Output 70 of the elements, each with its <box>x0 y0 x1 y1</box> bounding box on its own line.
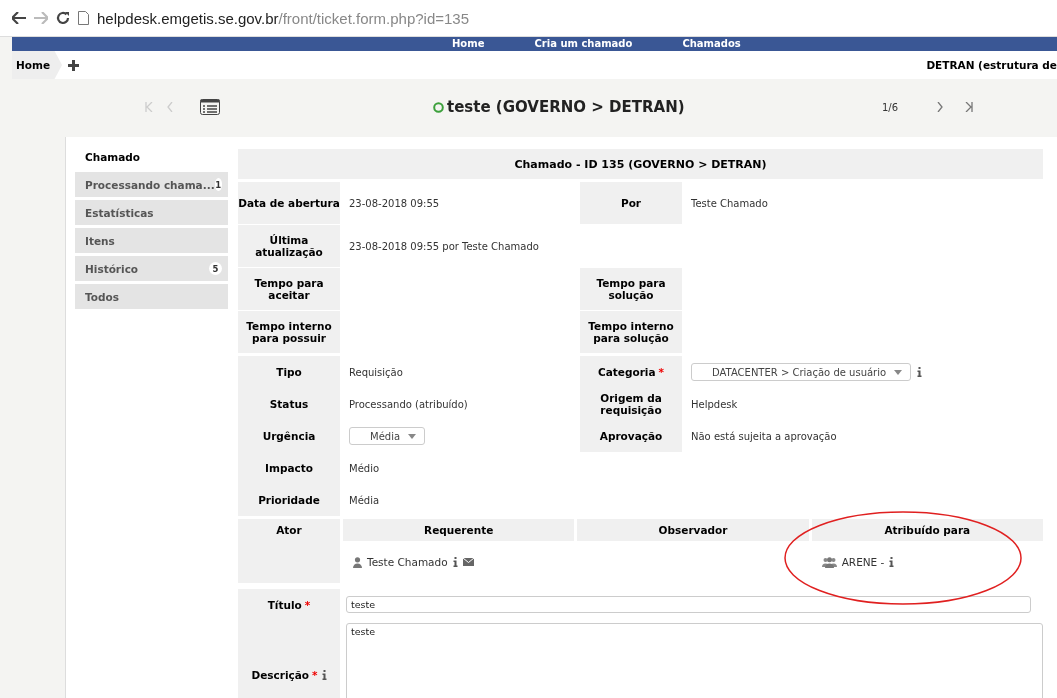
field-label: Origem da requisição <box>599 392 663 416</box>
field-label: Tipo <box>276 366 302 378</box>
page-icon <box>78 11 89 25</box>
field-label: Tempo interno para possuir <box>245 320 333 344</box>
field-label: Descrição * <box>251 669 318 681</box>
nav-link[interactable]: Chamados <box>682 37 741 51</box>
field-label: Tempo para aceitar <box>253 277 325 301</box>
sidebar-item[interactable]: Itens <box>75 228 228 253</box>
count-badge: 1 <box>214 178 222 191</box>
field-value: Média <box>349 494 380 506</box>
sidebar-item[interactable]: Processando chama...1 <box>75 172 228 197</box>
field-label: Ator <box>276 524 302 536</box>
actor-name: Teste Chamado <box>367 556 448 568</box>
breadcrumb-home[interactable]: Home <box>12 51 63 79</box>
back-icon[interactable] <box>12 12 26 24</box>
status-icon <box>433 101 444 113</box>
field-value: 23-08-2018 09:55 <box>349 197 440 209</box>
field-value: Médio <box>349 462 380 474</box>
user-icon <box>353 556 362 568</box>
field-label: Data de abertura <box>238 197 340 209</box>
list-icon[interactable] <box>200 99 220 115</box>
column-heading: Atribuído para <box>884 524 971 536</box>
dropdown[interactable]: Média <box>349 427 426 445</box>
field-value: 23-08-2018 09:55 por Teste Chamado <box>349 240 539 252</box>
nav-link[interactable]: Cria um chamado <box>534 37 633 51</box>
sidebar-item[interactable]: Estatísticas <box>75 200 228 225</box>
caret-icon <box>408 433 417 439</box>
field-label: Impacto <box>265 462 313 474</box>
column-heading: Requerente <box>424 524 494 536</box>
field-value: Processando (atribuído) <box>349 398 468 410</box>
envelope-icon[interactable] <box>462 558 474 566</box>
info-icon[interactable] <box>889 557 895 567</box>
field-label: Última atualização <box>254 234 324 258</box>
field-label: Título * <box>267 598 311 611</box>
field-label: Aprovação <box>599 430 663 442</box>
column-heading: Observador <box>658 524 728 536</box>
field-value: Teste Chamado <box>691 197 768 209</box>
actor-name: ARENE - <box>841 556 885 568</box>
group-icon <box>821 556 837 568</box>
count-badge: 5 <box>209 262 222 275</box>
field-label: Urgência <box>262 430 316 442</box>
last-page-icon[interactable] <box>965 102 973 112</box>
address-field[interactable]: helpdesk.emgetis.se.gov.br/front/ticket.form.php?id=135 <box>97 9 470 27</box>
field-value: Requisição <box>349 366 403 378</box>
sidebar-item[interactable]: Todos <box>75 284 228 309</box>
entity-name: DETRAN (estrutura de <box>926 59 1057 71</box>
field-value: Não está sujeita a aprovação <box>691 430 837 442</box>
field-label: Status <box>269 398 309 410</box>
reload-icon[interactable] <box>56 11 70 25</box>
info-icon[interactable] <box>452 557 458 567</box>
form-title: Chamado - ID 135 (GOVERNO > DETRAN) <box>514 157 767 171</box>
info-icon[interactable] <box>917 367 923 377</box>
caret-icon <box>894 369 903 375</box>
description-input[interactable]: teste <box>346 623 1043 698</box>
sidebar-item[interactable]: Histórico 5 <box>75 256 228 281</box>
plus-icon[interactable] <box>68 59 80 71</box>
info-icon[interactable] <box>321 670 327 680</box>
field-label: Por <box>620 197 642 209</box>
sidebar-heading: Chamado <box>84 150 142 165</box>
dropdown[interactable]: DATACENTER > Criação de usuário <box>691 363 912 381</box>
ticket-title: teste (GOVERNO > DETRAN) <box>447 98 685 116</box>
field-label: Tempo interno para solução <box>587 320 675 344</box>
field-label: Tempo para solução <box>595 277 667 301</box>
field-label: Prioridade <box>258 494 320 506</box>
nav-link[interactable]: Home <box>452 37 485 51</box>
field-label: Categoria * <box>598 366 664 378</box>
next-icon[interactable] <box>937 102 943 112</box>
page-counter: 1/6 <box>882 101 899 113</box>
field-value: Helpdesk <box>691 398 738 410</box>
title-input[interactable]: teste <box>346 596 1031 613</box>
